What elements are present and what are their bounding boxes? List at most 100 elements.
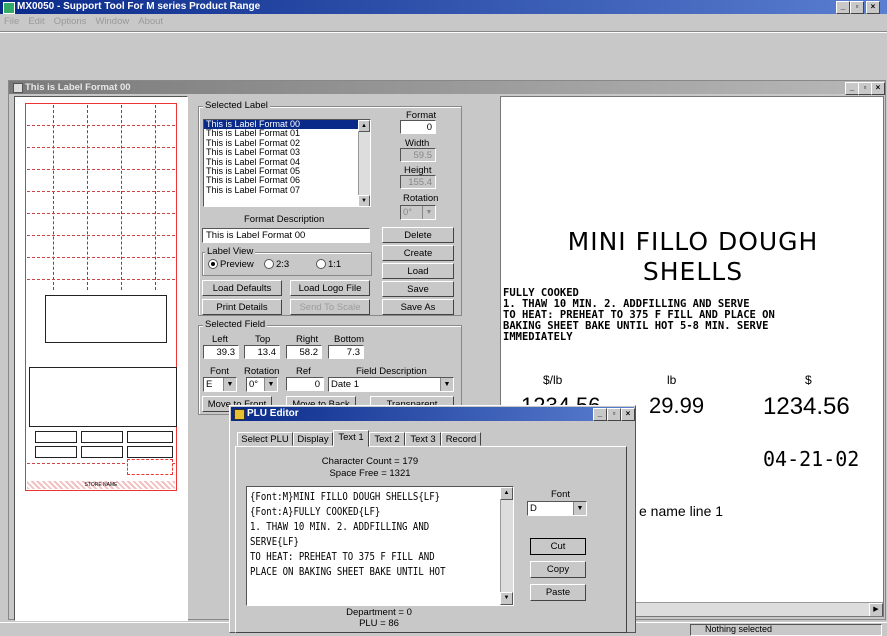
field-box-per-lb[interactable] — [35, 431, 77, 443]
ratio-23-label: 2:3 — [276, 259, 290, 270]
preview-radio[interactable]: Preview — [208, 259, 254, 270]
load-button[interactable]: Load — [382, 263, 454, 279]
field-rotation-select[interactable]: 0° ▼ — [246, 377, 278, 392]
bottom-label: Bottom — [334, 334, 365, 345]
preview-dollar-label: $ — [805, 373, 812, 387]
width-field: 59.5 — [400, 148, 436, 162]
cut-button[interactable]: Cut — [530, 538, 586, 555]
minimize-icon[interactable]: _ — [836, 1, 850, 14]
scroll-up-icon[interactable]: ▲ — [358, 120, 370, 132]
app-title: MX0050 - Support Tool For M series Produ… — [17, 1, 261, 12]
tab-text-1[interactable]: Text 1 — [333, 430, 369, 447]
format-description-field[interactable]: This is Label Format 00 — [202, 228, 370, 243]
field-box-total[interactable] — [127, 431, 173, 443]
editor-line: PLACE ON BAKING SHEET BAKE UNTIL HOT — [250, 565, 446, 578]
scroll-right-icon[interactable]: ▶ — [869, 603, 883, 616]
menu-file[interactable]: File — [4, 16, 19, 27]
menu-edit[interactable]: Edit — [28, 16, 44, 27]
label-format-list[interactable]: This is Label Format 00 This is Label Fo… — [203, 119, 371, 207]
maximize-icon[interactable]: ▫ — [850, 1, 864, 14]
radio-off-icon — [316, 259, 326, 270]
right-label: Right — [296, 334, 319, 345]
field-box-body[interactable] — [29, 367, 177, 427]
character-count: Character Count = 179 — [321, 456, 419, 467]
font-select[interactable]: E ▼ — [203, 377, 237, 392]
close-icon[interactable]: × — [866, 1, 880, 14]
list-scrollbar[interactable] — [358, 120, 370, 206]
radio-on-icon — [208, 259, 218, 270]
tab-select-plu[interactable]: Select PLU — [237, 432, 293, 446]
window-maximize-icon[interactable]: ▫ — [858, 82, 872, 95]
tab-record[interactable]: Record — [441, 432, 481, 446]
bottom-field[interactable]: 7.3 — [328, 345, 364, 359]
field-description-select[interactable]: Date 1 ▼ — [328, 377, 454, 392]
preview-lb-value: 29.99 — [649, 393, 705, 418]
label-window-title-bar: This is Label Format 00 _ ▫ × — [9, 81, 885, 95]
department-readout: Department = 0 — [346, 607, 412, 618]
menu-divider — [0, 31, 887, 33]
tab-display[interactable]: Display — [293, 432, 333, 446]
right-field[interactable]: 58.2 — [286, 345, 322, 359]
scroll-up-icon[interactable]: ▲ — [500, 487, 513, 500]
field-description-label: Field Description — [356, 366, 427, 377]
ratio-11-label: 1:1 — [328, 259, 342, 270]
status-text: Nothing selected — [705, 624, 773, 634]
list-item[interactable]: This is Label Format 07 — [204, 185, 370, 195]
field-box-lb[interactable] — [81, 431, 123, 443]
top-field[interactable]: 13.4 — [244, 345, 280, 359]
field-box-price1[interactable] — [35, 446, 77, 458]
store-name-bar: STORE NAME — [27, 481, 175, 489]
editor-scrollbar[interactable] — [500, 487, 513, 605]
field-box-price2[interactable] — [81, 446, 123, 458]
print-details-button[interactable]: Print Details — [202, 299, 282, 315]
left-field[interactable]: 39.3 — [203, 345, 239, 359]
editor-line: {Font:A}FULLY COOKED{LF} — [250, 505, 381, 518]
ref-label: Ref — [296, 366, 311, 377]
label-rotation-value: 0° — [403, 207, 413, 218]
plu-font-select[interactable]: D ▼ — [527, 501, 587, 516]
font-label: Font — [210, 366, 230, 377]
selected-field-group-title: Selected Field — [203, 319, 268, 330]
plu-editor-title: PLU Editor — [247, 408, 299, 419]
field-box-price3[interactable] — [127, 446, 173, 458]
plu-close-icon[interactable]: × — [621, 408, 635, 421]
height-field: 155.4 — [400, 175, 436, 189]
save-as-button[interactable]: Save As — [382, 299, 454, 315]
scroll-down-icon[interactable]: ▼ — [500, 592, 513, 605]
delete-button[interactable]: Delete — [382, 227, 454, 243]
rotation-label: Rotation — [403, 193, 439, 204]
plu-maximize-icon[interactable]: ▫ — [607, 408, 621, 421]
load-defaults-button[interactable]: Load Defaults — [202, 280, 282, 296]
radio-off-icon — [264, 259, 274, 270]
editor-line: TO HEAT: PREHEAT TO 375 F FILL AND — [250, 550, 435, 563]
preview-total-value: 1234.56 — [763, 393, 850, 420]
load-logo-file-button[interactable]: Load Logo File — [290, 280, 370, 296]
window-close-icon[interactable]: × — [871, 82, 885, 95]
ref-field[interactable]: 0 — [286, 377, 324, 391]
format-field[interactable]: 0 — [400, 120, 436, 134]
preview-body-line: IMMEDIATELY — [503, 331, 573, 343]
scroll-down-icon[interactable]: ▼ — [358, 195, 370, 206]
tab-text-2[interactable]: Text 2 — [369, 432, 405, 446]
ratio-23-radio[interactable]: 2:3 — [264, 259, 289, 270]
label-rotation-select: 0° ▼ — [400, 205, 436, 220]
field-box-date-selected[interactable] — [127, 459, 173, 475]
tab-text-3[interactable]: Text 3 — [405, 432, 441, 446]
save-button[interactable]: Save — [382, 281, 454, 297]
paste-button[interactable]: Paste — [530, 584, 586, 601]
send-to-scale-button: Send To Scale — [290, 299, 370, 315]
plu-minimize-icon[interactable]: _ — [593, 408, 607, 421]
field-box-title[interactable] — [45, 295, 167, 343]
status-panel: Nothing selected — [690, 624, 882, 636]
create-button[interactable]: Create — [382, 245, 454, 261]
editor-line: 1. THAW 10 MIN. 2. ADDFILLING AND — [250, 520, 430, 533]
menu-window[interactable]: Window — [95, 16, 129, 27]
window-icon — [13, 83, 23, 93]
window-minimize-icon[interactable]: _ — [845, 82, 859, 95]
label-layout-canvas[interactable]: STORE NAME — [14, 96, 188, 621]
plu-text-editor[interactable]: {Font:M}MINI FILLO DOUGH SHELLS{LF} {Fon… — [246, 486, 514, 606]
ratio-11-radio[interactable]: 1:1 — [316, 259, 341, 270]
copy-button[interactable]: Copy — [530, 561, 586, 578]
menu-about[interactable]: About — [138, 16, 163, 27]
menu-options[interactable]: Options — [54, 16, 87, 27]
